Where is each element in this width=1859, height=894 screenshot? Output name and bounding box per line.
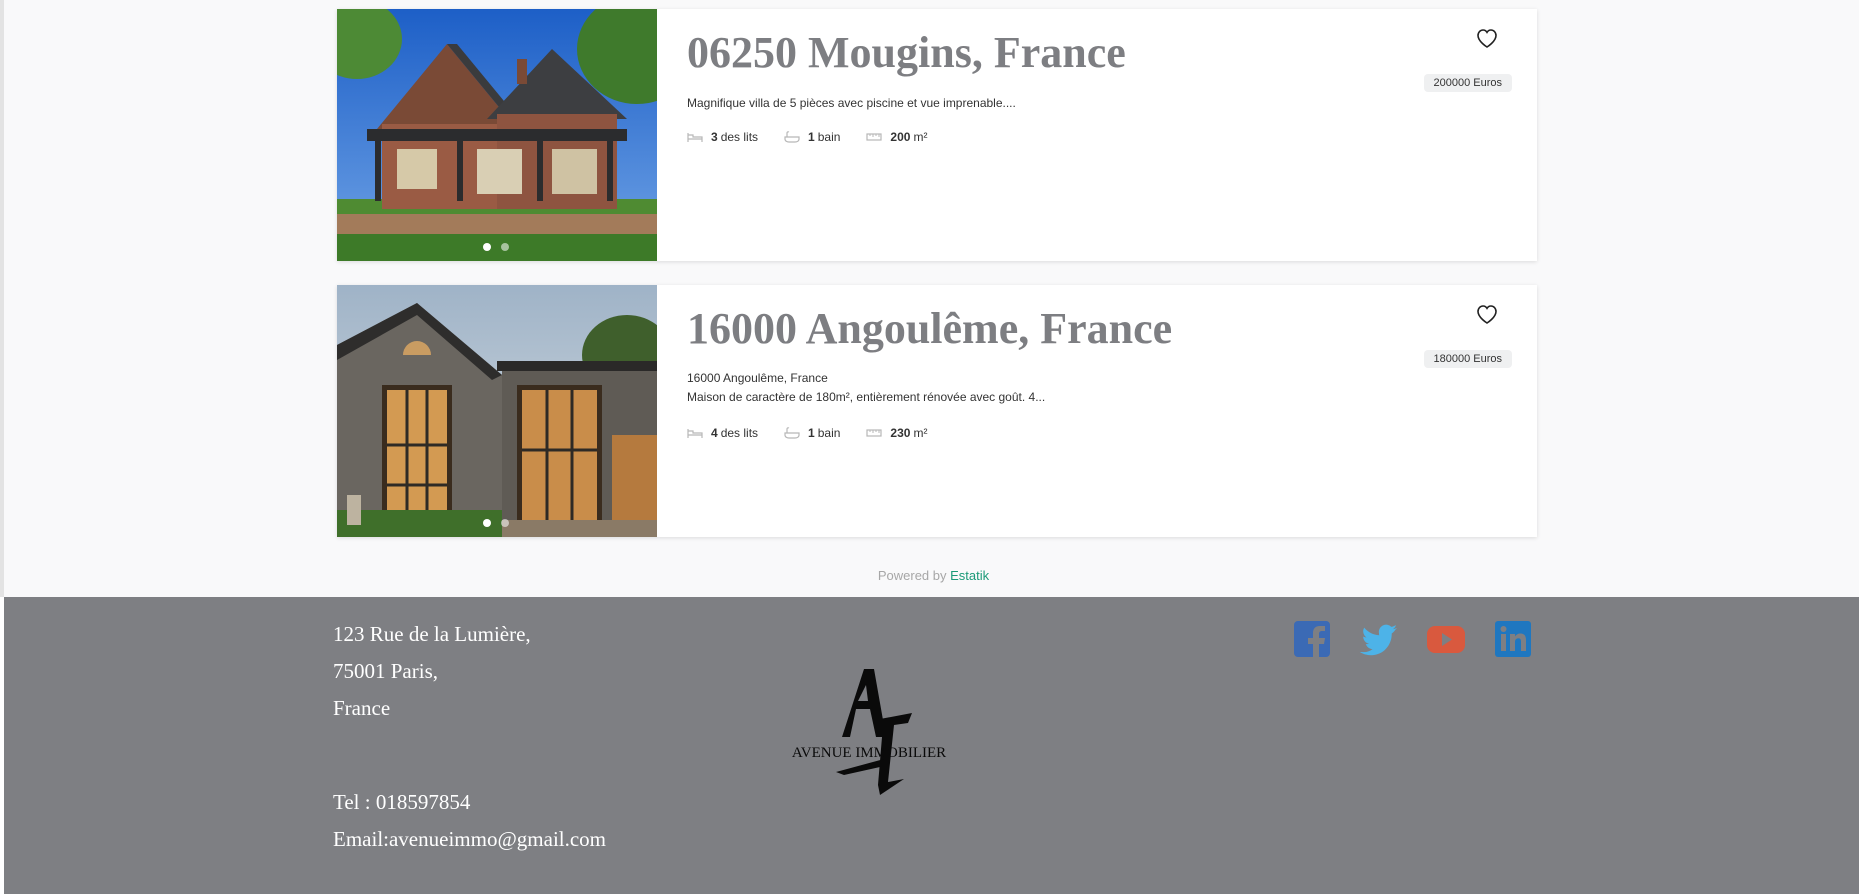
baths-label: bain bbox=[817, 130, 841, 144]
listing-card[interactable]: 16000 Angoulême, France 16000 Angoulême,… bbox=[337, 285, 1537, 537]
image-dot[interactable] bbox=[483, 243, 491, 251]
bath-icon bbox=[784, 131, 800, 143]
listing-title[interactable]: 16000 Angoulême, France bbox=[687, 303, 1172, 354]
image-dot[interactable] bbox=[501, 243, 509, 251]
listing-details: 06250 Mougins, France Magnifique villa d… bbox=[687, 9, 1537, 261]
footer-phone: Tel : 018597854 bbox=[333, 790, 471, 814]
listings-area: 06250 Mougins, France Magnifique villa d… bbox=[0, 0, 1859, 597]
bed-icon bbox=[687, 429, 703, 438]
beds-count: 4 bbox=[711, 426, 718, 440]
footer-address-line: 123 Rue de la Lumière, bbox=[333, 622, 531, 646]
listing-card[interactable]: 06250 Mougins, France Magnifique villa d… bbox=[337, 9, 1537, 261]
description-line: Magnifique villa de 5 pièces avec piscin… bbox=[687, 96, 1016, 110]
area-feature: 200 m² bbox=[866, 130, 927, 144]
avenue-immobilier-logo: AVENUE IMMOBILIER bbox=[792, 669, 946, 795]
baths-feature: 1 bain bbox=[784, 130, 840, 144]
image-dot[interactable] bbox=[483, 519, 491, 527]
baths-label: bain bbox=[817, 426, 841, 440]
listing-details: 16000 Angoulême, France 16000 Angoulême,… bbox=[687, 285, 1537, 537]
powered-by-text: Powered by bbox=[877, 568, 947, 583]
beds-label: des lits bbox=[720, 130, 759, 144]
facebook-icon[interactable] bbox=[1292, 619, 1332, 659]
twitter-icon[interactable] bbox=[1359, 619, 1399, 659]
bed-icon bbox=[687, 133, 703, 142]
listing-title[interactable]: 06250 Mougins, France bbox=[687, 27, 1126, 78]
image-dots bbox=[483, 519, 509, 527]
ruler-icon bbox=[866, 429, 883, 437]
description-line: Maison de caractère de 180m², entièremen… bbox=[687, 390, 1046, 404]
area-value: 230 bbox=[890, 426, 911, 440]
footer-email[interactable]: Email:avenueimmo@gmail.com bbox=[333, 827, 606, 852]
linkedin-icon[interactable] bbox=[1493, 619, 1533, 659]
area-value: 200 bbox=[890, 130, 911, 144]
beds-label: des lits bbox=[720, 426, 759, 440]
baths-count: 1 bbox=[808, 426, 815, 440]
favorite-heart-icon[interactable] bbox=[1475, 27, 1499, 49]
image-dots bbox=[483, 243, 509, 251]
price-badge: 200000 Euros bbox=[1423, 74, 1512, 92]
estatik-link[interactable]: Estatik bbox=[950, 568, 989, 583]
logo-text: AVENUE IMMOBILIER bbox=[792, 745, 946, 761]
listing-description: Magnifique villa de 5 pièces avec piscin… bbox=[687, 94, 1016, 113]
beds-feature: 3 des lits bbox=[687, 130, 758, 144]
image-dot[interactable] bbox=[501, 519, 509, 527]
footer-address-line: 75001 Paris, bbox=[333, 659, 438, 683]
description-line: 16000 Angoulême, France bbox=[687, 371, 828, 385]
footer-address-line: France bbox=[333, 696, 391, 720]
listing-features: 4 des lits 1 bain 230 m² bbox=[687, 426, 953, 440]
baths-count: 1 bbox=[808, 130, 815, 144]
listing-image[interactable] bbox=[337, 285, 657, 537]
beds-count: 3 bbox=[711, 130, 718, 144]
ruler-icon bbox=[866, 133, 883, 141]
area-unit: m² bbox=[913, 426, 928, 440]
listing-image[interactable] bbox=[337, 9, 657, 261]
bath-icon bbox=[784, 427, 800, 439]
favorite-heart-icon[interactable] bbox=[1475, 303, 1499, 325]
powered-by: Powered by Estatik bbox=[4, 568, 1859, 583]
baths-feature: 1 bain bbox=[784, 426, 840, 440]
youtube-icon[interactable] bbox=[1426, 619, 1466, 659]
price-badge: 180000 Euros bbox=[1423, 350, 1512, 368]
site-footer: 123 Rue de la Lumière, 75001 Paris, Fran… bbox=[4, 597, 1859, 894]
area-unit: m² bbox=[913, 130, 928, 144]
area-feature: 230 m² bbox=[866, 426, 927, 440]
listing-features: 3 des lits 1 bain 200 m² bbox=[687, 130, 953, 144]
beds-feature: 4 des lits bbox=[687, 426, 758, 440]
listing-description: 16000 Angoulême, France Maison de caract… bbox=[687, 369, 1045, 407]
